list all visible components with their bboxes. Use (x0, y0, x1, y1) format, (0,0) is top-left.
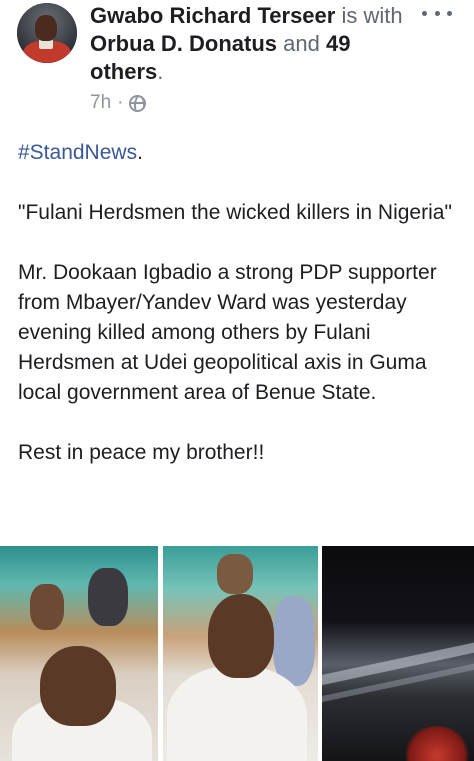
post-header-text: Gwabo Richard Terseer is with Orbua D. D… (90, 3, 403, 84)
meta-separator: · (117, 92, 124, 113)
hashtag-line: #StandNews. (18, 141, 143, 164)
tagged-person[interactable]: Orbua D. Donatus (90, 31, 277, 56)
photo-grid (0, 546, 474, 761)
hashtag-link[interactable]: #StandNews (18, 141, 137, 164)
post-photo-2[interactable] (163, 546, 318, 761)
dot-icon (447, 10, 452, 16)
dot-icon (434, 10, 440, 16)
post-timestamp[interactable]: 7h (90, 92, 111, 114)
author-name[interactable]: Gwabo Richard Terseer (90, 3, 335, 28)
closing-text: Rest in peace my brother!! (18, 441, 265, 464)
quote-text: "Fulani Herdsmen the wicked killers in N… (18, 201, 452, 224)
body-paragraph: Mr. Dookaan Igbadio a strong PDP support… (18, 261, 437, 404)
post-text: #StandNews. "Fulani Herdsmen the wicked … (18, 138, 462, 498)
author-avatar[interactable] (17, 3, 77, 63)
and-text: and (283, 31, 320, 56)
post-meta: 7h · (90, 89, 147, 117)
more-options-button[interactable] (422, 6, 452, 20)
with-text: is with (341, 3, 403, 28)
post-photo-3[interactable] (322, 546, 474, 761)
post-header: Gwabo Richard Terseer is with Orbua D. D… (0, 0, 474, 120)
globe-icon (129, 94, 147, 112)
post-photo-1[interactable] (0, 546, 158, 761)
dot-icon (422, 10, 427, 16)
